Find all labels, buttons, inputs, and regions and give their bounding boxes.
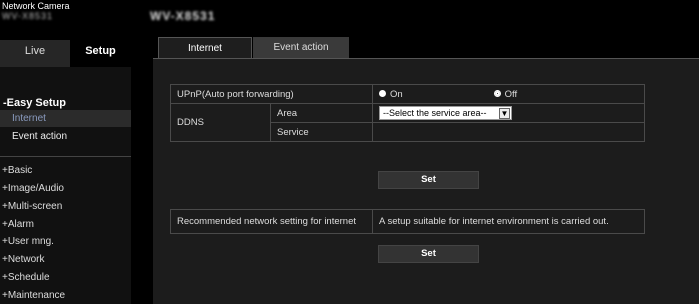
area-select[interactable]: --Select the service area-- ▼	[379, 106, 512, 120]
upnp-label: UPnP(Auto port forwarding)	[170, 84, 373, 104]
sidebar-item-internet[interactable]: Internet	[0, 110, 131, 127]
service-value	[372, 122, 645, 142]
chevron-down-icon[interactable]: ▼	[499, 108, 510, 119]
area-label: Area	[270, 103, 373, 123]
recommended-row: Recommended network setting for internet…	[170, 209, 645, 234]
sidebar: Live Setup -Easy Setup Internet Event ac…	[0, 40, 131, 304]
easy-setup-heading[interactable]: -Easy Setup	[3, 97, 66, 109]
nav-user-mng[interactable]: +User mng.	[2, 236, 54, 247]
page-model-title: WV-X8531	[150, 9, 216, 23]
upnp-ddns-table: UPnP(Auto port forwarding) On Off DDNS A…	[170, 84, 645, 142]
brand-title: Network Camera	[2, 1, 70, 11]
sidebar-divider	[0, 156, 131, 157]
upnp-row: UPnP(Auto port forwarding) On Off	[170, 84, 645, 104]
tab-live[interactable]: Live	[0, 40, 70, 67]
ddns-label: DDNS	[170, 103, 271, 142]
nav-network[interactable]: +Network	[2, 254, 45, 265]
nav-schedule[interactable]: +Schedule	[2, 272, 50, 283]
radio-on-icon[interactable]	[379, 90, 386, 98]
service-label: Service	[270, 122, 373, 142]
nav-multi-screen[interactable]: +Multi-screen	[2, 201, 62, 212]
sidebar-item-event-action[interactable]: Event action	[0, 128, 131, 145]
ddns-area-row: DDNS Area --Select the service area-- ▼	[170, 103, 645, 142]
upnp-option-off[interactable]: Off	[493, 88, 518, 100]
set-recommended-button[interactable]: Set	[378, 245, 479, 263]
sidebar-menu: -Easy Setup Internet Event action +Basic…	[0, 67, 131, 304]
tab-internet[interactable]: Internet	[158, 37, 252, 59]
set-button[interactable]: Set	[378, 171, 479, 189]
nav-maintenance[interactable]: +Maintenance	[2, 290, 65, 301]
area-select-value: --Select the service area--	[383, 108, 487, 118]
brand-block: Network Camera WV-X8531	[2, 1, 127, 21]
recommended-value: A setup suitable for internet environmen…	[372, 209, 645, 234]
recommended-table: Recommended network setting for internet…	[170, 209, 645, 234]
upnp-on-label: On	[390, 88, 403, 100]
tab-event-action[interactable]: Event action	[253, 37, 349, 58]
sidebar-tabs: Live Setup	[0, 40, 131, 67]
upnp-options: On Off	[372, 84, 645, 104]
nav-basic[interactable]: +Basic	[2, 165, 32, 176]
brand-model: WV-X8531	[2, 11, 54, 21]
upnp-off-label: Off	[504, 88, 518, 100]
area-cell: --Select the service area-- ▼	[372, 103, 645, 123]
upnp-option-on[interactable]: On	[379, 89, 491, 100]
tab-setup[interactable]: Setup	[70, 40, 131, 67]
recommended-label: Recommended network setting for internet	[170, 209, 373, 234]
nav-image-audio[interactable]: +Image/Audio	[2, 183, 64, 194]
radio-off-selected-icon[interactable]	[493, 90, 501, 98]
settings-panel: UPnP(Auto port forwarding) On Off DDNS A…	[153, 58, 699, 304]
nav-alarm[interactable]: +Alarm	[2, 219, 34, 230]
